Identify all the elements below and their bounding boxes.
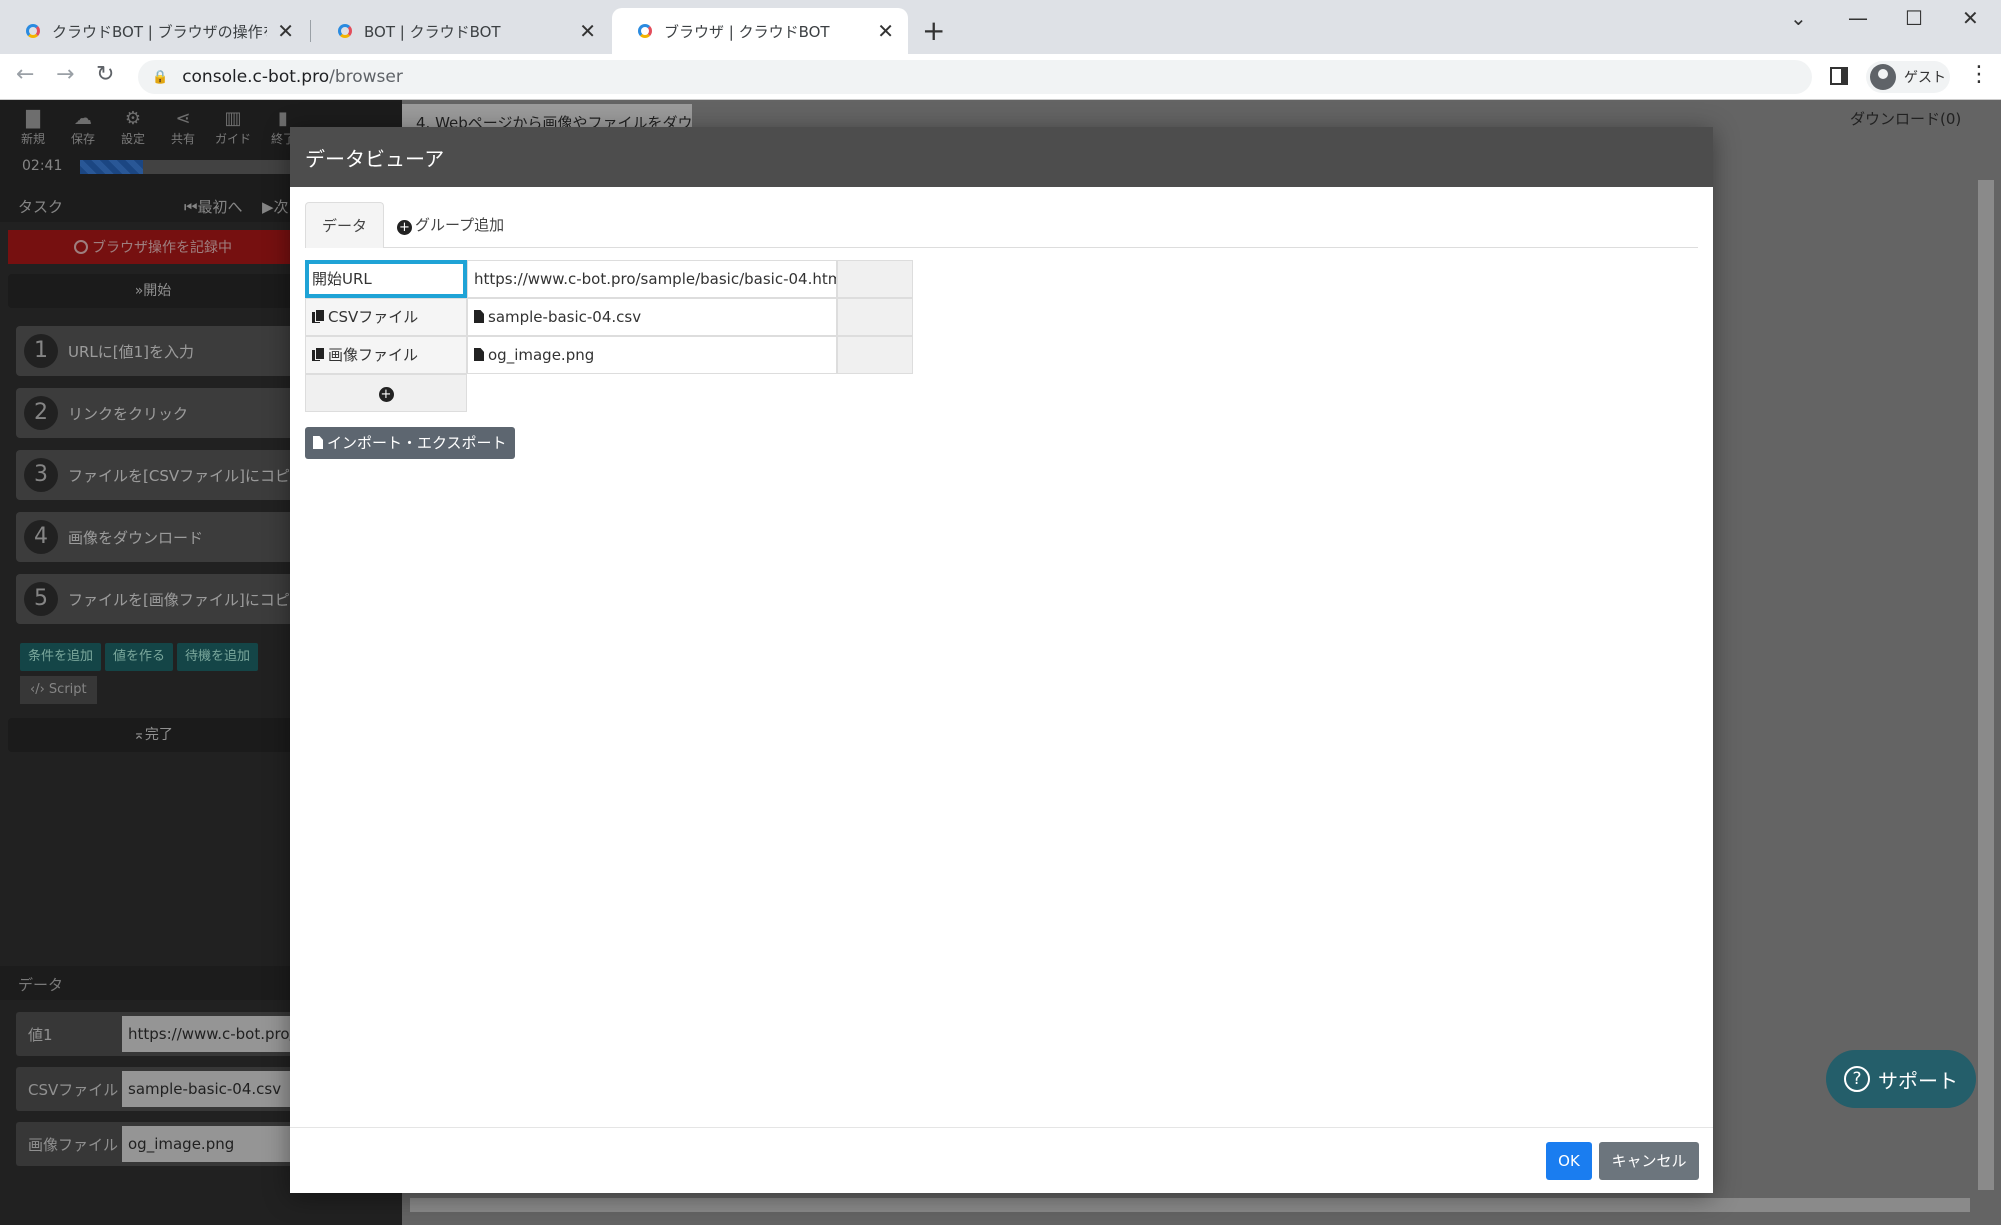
modal-footer: OK キャンセル xyxy=(290,1127,1713,1193)
grid-key-start-url[interactable]: 開始URL xyxy=(305,260,467,298)
plus-circle-icon: + xyxy=(397,220,412,235)
browser-tab-title: ブラウザ | クラウドBOT xyxy=(664,22,830,41)
cloudbot-favicon-icon xyxy=(638,24,652,38)
tab-data[interactable]: データ xyxy=(305,202,385,248)
tab-add-group-label: グループ追加 xyxy=(415,216,505,234)
tab-separator xyxy=(310,20,311,42)
grid-extra-cell[interactable] xyxy=(837,260,913,298)
grid-key-label: 画像ファイル xyxy=(328,346,419,364)
grid-extra-cell[interactable] xyxy=(837,298,913,336)
browser-tab-2[interactable]: BOT | クラウドBOT ✕ xyxy=(312,8,610,54)
back-arrow-icon[interactable]: ← xyxy=(16,62,34,87)
browser-toolbar: ← → ↻ 🔒 console.c-bot.pro/browser ゲスト ⋮ xyxy=(0,54,2001,100)
minimize-window-icon[interactable]: — xyxy=(1848,6,1868,30)
grid-key-label: CSVファイル xyxy=(328,308,419,326)
support-label: サポート xyxy=(1878,1068,1958,1093)
grid-value-csv[interactable]: sample-basic-04.csv xyxy=(467,298,837,336)
help-icon: ? xyxy=(1844,1066,1870,1092)
file-icon xyxy=(474,310,484,323)
browser-tab-strip: クラウドBOT | ブラウザの操作を自動化 ✕ BOT | クラウドBOT ✕ … xyxy=(0,0,2001,54)
import-export-label: インポート・エクスポート xyxy=(327,434,507,452)
cancel-button[interactable]: キャンセル xyxy=(1599,1142,1699,1180)
tab-add-group[interactable]: + グループ追加 xyxy=(381,202,520,248)
address-path: /browser xyxy=(329,67,403,87)
new-tab-button[interactable]: + xyxy=(922,14,945,47)
address-bar[interactable]: 🔒 console.c-bot.pro/browser xyxy=(138,60,1812,94)
horizontal-scrollbar[interactable] xyxy=(410,1198,1970,1212)
address-host: console.c-bot.pro xyxy=(182,67,330,87)
side-panel-icon[interactable] xyxy=(1830,67,1848,85)
browser-tab-1[interactable]: クラウドBOT | ブラウザの操作を自動化 ✕ xyxy=(0,8,308,54)
grid-value-start-url[interactable]: https://www.c-bot.pro/sample/basic/basic… xyxy=(467,260,837,298)
vertical-scrollbar[interactable] xyxy=(1978,180,1994,1190)
forward-arrow-icon[interactable]: → xyxy=(56,62,74,87)
lock-icon: 🔒 xyxy=(152,69,169,85)
modal-title: データビューア xyxy=(290,127,1713,187)
add-row-button[interactable]: + xyxy=(305,374,467,412)
ok-button[interactable]: OK xyxy=(1546,1142,1592,1180)
browser-menu-icon[interactable]: ⋮ xyxy=(1968,62,1990,87)
profile-label: ゲスト xyxy=(1904,70,1946,86)
browser-tab-title: BOT | クラウドBOT xyxy=(364,22,501,41)
close-tab-icon[interactable]: ✕ xyxy=(277,19,294,43)
plus-circle-icon: + xyxy=(378,387,394,402)
close-tab-icon[interactable]: ✕ xyxy=(579,19,596,43)
grid-extra-cell[interactable] xyxy=(837,336,913,374)
reload-icon[interactable]: ↻ xyxy=(96,62,114,87)
profile-button[interactable]: ゲスト xyxy=(1866,61,1950,93)
tab-search-chevron-icon[interactable]: ⌄ xyxy=(1790,6,1807,30)
cloudbot-favicon-icon xyxy=(26,24,40,38)
data-viewer-modal: データビューア データ + グループ追加 開始URL https://www.c-… xyxy=(290,127,1713,1193)
cloudbot-favicon-icon xyxy=(338,24,352,38)
import-export-button[interactable]: インポート・エクスポート xyxy=(305,427,515,459)
file-icon xyxy=(313,436,323,449)
grid-key-csv[interactable]: CSVファイル xyxy=(305,298,467,336)
grid-value-label: sample-basic-04.csv xyxy=(488,308,642,326)
close-window-icon[interactable]: ✕ xyxy=(1962,6,1979,30)
grid-value-image[interactable]: og_image.png xyxy=(467,336,837,374)
support-button[interactable]: ? サポート xyxy=(1826,1050,1976,1108)
grid-key-image[interactable]: 画像ファイル xyxy=(305,336,467,374)
files-icon xyxy=(312,347,325,361)
avatar-icon xyxy=(1870,64,1896,90)
file-icon xyxy=(474,348,484,361)
modal-tabs: データ + グループ追加 xyxy=(305,202,1698,248)
browser-tab-3-active[interactable]: ブラウザ | クラウドBOT ✕ xyxy=(612,8,908,54)
close-tab-icon[interactable]: ✕ xyxy=(877,19,894,43)
grid-value-label: og_image.png xyxy=(488,346,595,364)
browser-tab-title: クラウドBOT | ブラウザの操作を自動化 xyxy=(52,22,267,41)
files-icon xyxy=(312,309,325,323)
maximize-window-icon[interactable]: ☐ xyxy=(1905,6,1923,30)
